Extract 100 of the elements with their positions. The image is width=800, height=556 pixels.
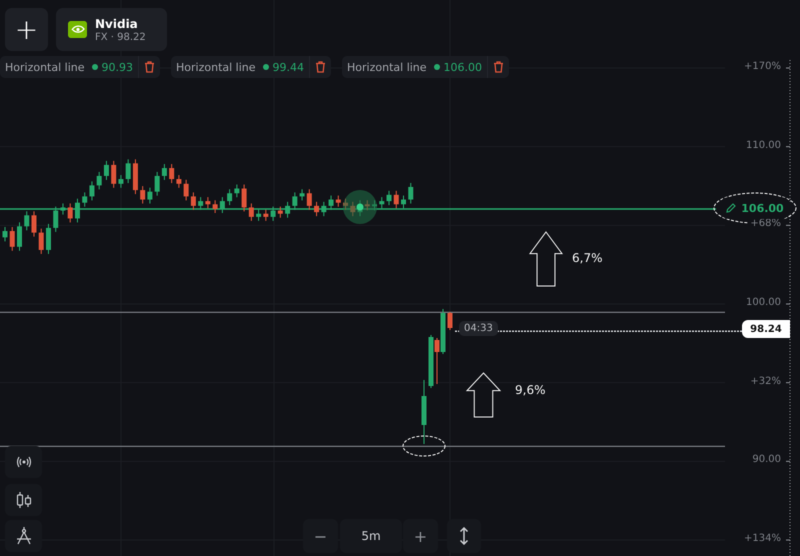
candle: [372, 200, 378, 211]
add-button[interactable]: +: [5, 8, 48, 51]
trash-icon: [315, 61, 326, 73]
axis-label: 100.00: [744, 297, 783, 308]
candle: [89, 180, 94, 201]
chip-value: 99.44: [272, 60, 304, 74]
drawing-chip[interactable]: Horizontal line 90.93: [0, 56, 160, 78]
candle: [227, 188, 232, 206]
zoom-out-button[interactable]: −: [303, 519, 338, 553]
candle: [328, 195, 334, 210]
candle: [31, 210, 36, 238]
up-arrow-annotation[interactable]: [529, 231, 563, 286]
candle: [212, 200, 218, 214]
candle: [336, 195, 341, 208]
annotation-text: 6,7%: [572, 251, 602, 265]
chip-label: Horizontal line: [347, 60, 427, 74]
candlestick-icon: [16, 492, 32, 508]
axis-label: +134%: [742, 533, 783, 544]
candle: [126, 158, 131, 184]
axis-label: +68%: [748, 218, 783, 230]
candle: [118, 174, 124, 188]
candle: [386, 190, 392, 206]
candle: [270, 206, 276, 222]
line-price-tag[interactable]: 106.00: [718, 197, 792, 219]
candle: [205, 196, 210, 209]
candle: [350, 201, 356, 217]
candle: [242, 184, 247, 212]
chip-label: Horizontal line: [5, 60, 85, 74]
candle: [343, 198, 348, 210]
candle: [292, 192, 298, 210]
candle: [321, 201, 326, 217]
candle: [300, 188, 305, 201]
candle: [379, 196, 384, 209]
candle: [263, 209, 268, 222]
line-price: 106.00: [741, 202, 784, 214]
ellipse-annotation[interactable]: [402, 436, 446, 456]
candle: [401, 195, 406, 209]
anchor-point-marker[interactable]: [343, 190, 377, 224]
candle: [285, 201, 290, 218]
candle: [422, 380, 426, 444]
pencil-icon: [726, 203, 736, 213]
axis-label: +32%: [748, 376, 783, 387]
candle: [2, 226, 8, 242]
up-arrow-annotation[interactable]: [466, 372, 502, 418]
status-dot: [92, 64, 98, 70]
candle: [162, 164, 167, 180]
instrument-name: Nvidia: [95, 16, 139, 30]
candle: [60, 202, 66, 216]
drawing-chip[interactable]: Horizontal line 99.44: [171, 56, 332, 78]
annotation-text: 9,6%: [515, 383, 546, 397]
chip-value: 106.00: [444, 60, 482, 74]
candle: [306, 188, 312, 210]
candle: [314, 201, 320, 217]
candle: [184, 179, 189, 201]
candle: [278, 206, 283, 218]
candle: [154, 171, 160, 196]
candle: [220, 196, 225, 214]
current-price-tag: 98.24: [742, 320, 790, 338]
vertical-arrows-icon: [459, 527, 469, 545]
timeframe-button[interactable]: 5m: [340, 519, 402, 553]
zoom-in-button[interactable]: +: [403, 519, 438, 553]
candle: [17, 222, 22, 252]
drawing-chip[interactable]: Horizontal line 106.00: [342, 56, 510, 78]
instrument-subtitle: FX · 98.22: [95, 32, 146, 42]
trash-icon: [144, 61, 156, 73]
instrument-card[interactable]: Nvidia FX · 98.22: [56, 8, 167, 51]
candle: [140, 186, 146, 204]
candle: [169, 164, 174, 184]
signals-button[interactable]: [5, 446, 42, 478]
candle: [46, 223, 51, 254]
axis-label: +170%: [742, 61, 783, 72]
logo-icon: [68, 21, 87, 38]
candle: [448, 312, 452, 330]
chip-label: Horizontal line: [176, 60, 256, 74]
candle: [176, 174, 182, 188]
candle: [132, 158, 138, 195]
candle: [408, 182, 414, 204]
compass-icon: [16, 527, 32, 545]
candle: [256, 209, 262, 222]
horizontal-line[interactable]: [0, 446, 725, 447]
candle: [111, 160, 116, 188]
candle: [190, 192, 196, 210]
candle: [234, 184, 240, 198]
drawing-tools-button[interactable]: [5, 520, 42, 552]
broadcast-icon: [16, 456, 32, 468]
candle: [24, 210, 30, 231]
status-dot: [434, 64, 440, 70]
candle: [104, 160, 109, 180]
status-dot: [262, 64, 269, 70]
candle: [96, 171, 102, 190]
candle: [68, 202, 73, 223]
chart-type-button[interactable]: [5, 484, 42, 516]
candle: [198, 196, 204, 210]
candle: [53, 206, 58, 232]
candle: [74, 198, 80, 223]
trash-icon: [493, 61, 504, 73]
candle: [248, 202, 254, 222]
autoscale-button[interactable]: [447, 519, 481, 553]
candle: [82, 192, 88, 208]
candle: [10, 226, 15, 252]
